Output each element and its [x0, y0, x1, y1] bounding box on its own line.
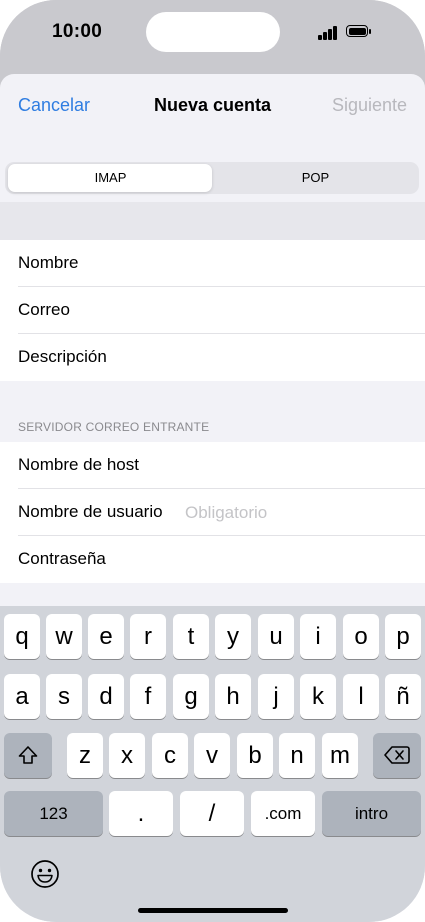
key-slash[interactable]: / [180, 791, 244, 836]
dynamic-island [146, 12, 280, 52]
username-field[interactable]: Nombre de usuario Obligatorio [0, 489, 425, 536]
email-field[interactable]: Correo [0, 287, 425, 334]
key-n[interactable]: n [279, 733, 315, 778]
key-j[interactable]: j [258, 674, 294, 719]
account-type-segmented-control: IMAP POP [5, 162, 419, 194]
key-l[interactable]: l [343, 674, 379, 719]
email-label: Correo [18, 300, 70, 319]
host-label: Nombre de host [18, 455, 139, 474]
key-q[interactable]: q [4, 614, 40, 659]
backspace-icon [384, 746, 410, 764]
key-z[interactable]: z [67, 733, 103, 778]
key-dotcom[interactable]: .com [251, 791, 315, 836]
emoji-icon[interactable] [30, 859, 60, 889]
description-field[interactable]: Descripción [0, 334, 425, 381]
key-f[interactable]: f [130, 674, 166, 719]
name-label: Nombre [18, 253, 79, 272]
key-dot[interactable]: . [109, 791, 173, 836]
password-field[interactable]: Contraseña [0, 536, 425, 583]
enter-key[interactable]: intro [322, 791, 421, 836]
section-spacer [0, 202, 425, 240]
key-s[interactable]: s [46, 674, 82, 719]
key-x[interactable]: x [109, 733, 145, 778]
segment-pop[interactable]: POP [213, 162, 418, 194]
key-e[interactable]: e [88, 614, 124, 659]
key-p[interactable]: p [385, 614, 421, 659]
key-a[interactable]: a [4, 674, 40, 719]
password-label: Contraseña [18, 549, 106, 568]
name-field[interactable]: Nombre [0, 240, 425, 287]
key-d[interactable]: d [88, 674, 124, 719]
status-time: 10:00 [52, 21, 103, 42]
key-m[interactable]: m [322, 733, 358, 778]
key-u[interactable]: u [258, 614, 294, 659]
keyboard: q w e r t y u i o p a s d f g h j k l ñ … [0, 606, 425, 922]
segment-imap[interactable]: IMAP [8, 162, 213, 194]
key-g[interactable]: g [173, 674, 209, 719]
signal-icon [318, 26, 340, 40]
battery-icon [346, 25, 372, 39]
key-i[interactable]: i [300, 614, 336, 659]
numbers-key[interactable]: 123 [4, 791, 103, 836]
shift-icon [18, 746, 38, 764]
username-label: Nombre de usuario [18, 502, 163, 521]
key-y[interactable]: y [215, 614, 251, 659]
phone-screen: 10:00 Cancelar Nueva cuenta Siguiente IM… [0, 0, 425, 922]
key-b[interactable]: b [237, 733, 273, 778]
key-w[interactable]: w [46, 614, 82, 659]
incoming-server-group: Nombre de host Nombre de usuario Obligat… [0, 442, 425, 583]
account-info-group: Nombre Correo Descripción [0, 240, 425, 381]
incoming-server-header: SERVIDOR CORREO ENTRANTE [18, 420, 210, 434]
key-v[interactable]: v [194, 733, 230, 778]
username-placeholder: Obligatorio [185, 503, 268, 522]
key-t[interactable]: t [173, 614, 209, 659]
key-h[interactable]: h [215, 674, 251, 719]
status-bar: 10:00 [0, 0, 425, 74]
key-r[interactable]: r [130, 614, 166, 659]
key-c[interactable]: c [152, 733, 188, 778]
description-label: Descripción [18, 347, 107, 366]
key-o[interactable]: o [343, 614, 379, 659]
next-button[interactable]: Siguiente [332, 95, 407, 116]
host-field[interactable]: Nombre de host [0, 442, 425, 489]
home-indicator[interactable] [138, 908, 288, 913]
shift-key[interactable] [4, 733, 52, 778]
nav-bar: Cancelar Nueva cuenta Siguiente [0, 74, 425, 136]
key-n-tilde[interactable]: ñ [385, 674, 421, 719]
backspace-key[interactable] [373, 733, 421, 778]
key-k[interactable]: k [300, 674, 336, 719]
